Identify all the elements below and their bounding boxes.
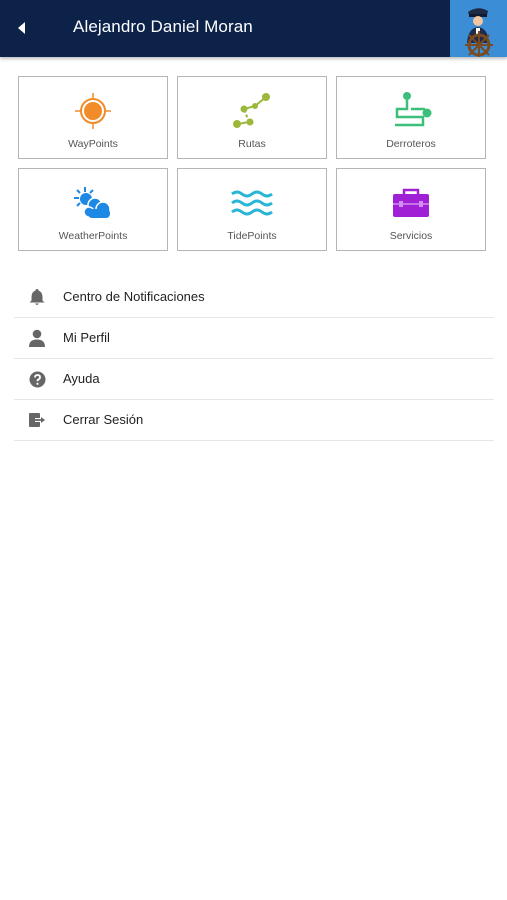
back-arrow-icon xyxy=(18,22,25,34)
menu-label: Centro de Notificaciones xyxy=(63,289,205,304)
route-points-icon xyxy=(230,91,274,131)
back-button[interactable] xyxy=(8,14,36,42)
app-bar: Alejandro Daniel Moran xyxy=(0,0,507,57)
tile-weatherpoints[interactable]: WeatherPoints xyxy=(18,168,168,251)
winding-path-icon xyxy=(389,91,433,131)
page-title: Alejandro Daniel Moran xyxy=(73,17,253,36)
logout-icon xyxy=(27,410,47,430)
tile-label: Rutas xyxy=(238,138,266,150)
tile-tidepoints[interactable]: TidePoints xyxy=(177,168,327,251)
tile-label: Servicios xyxy=(389,230,433,242)
sun-cloud-icon xyxy=(71,183,115,223)
tile-label: TidePoints xyxy=(227,230,277,242)
captain-at-helm-avatar xyxy=(450,0,507,57)
account-menu: Centro de Notificaciones Mi Perfil Ayuda xyxy=(14,277,494,441)
tile-servicios[interactable]: Servicios xyxy=(336,168,486,251)
menu-item-help[interactable]: Ayuda xyxy=(14,359,494,400)
tile-waypoints[interactable]: WayPoints xyxy=(18,76,168,159)
bell-icon xyxy=(27,287,47,307)
tile-rutas[interactable]: Rutas xyxy=(177,76,327,159)
tile-derroteros[interactable]: Derroteros xyxy=(336,76,486,159)
crosshair-target-icon xyxy=(71,91,115,131)
help-circle-icon xyxy=(27,369,47,389)
menu-label: Mi Perfil xyxy=(63,330,110,345)
menu-item-logout[interactable]: Cerrar Sesión xyxy=(14,400,494,441)
person-icon xyxy=(27,328,47,348)
tile-label: WayPoints xyxy=(68,138,118,150)
menu-label: Cerrar Sesión xyxy=(63,412,144,427)
waves-icon xyxy=(230,183,274,223)
tile-label: WeatherPoints xyxy=(58,230,128,242)
avatar[interactable] xyxy=(450,0,507,57)
menu-item-profile[interactable]: Mi Perfil xyxy=(14,318,494,359)
feature-grid: WayPoints Rutas Derroteros WeatherPoints… xyxy=(18,76,486,251)
tile-label: Derroteros xyxy=(386,138,436,150)
menu-label: Ayuda xyxy=(63,371,100,386)
menu-item-notifications[interactable]: Centro de Notificaciones xyxy=(14,277,494,318)
toolbox-icon xyxy=(389,183,433,223)
